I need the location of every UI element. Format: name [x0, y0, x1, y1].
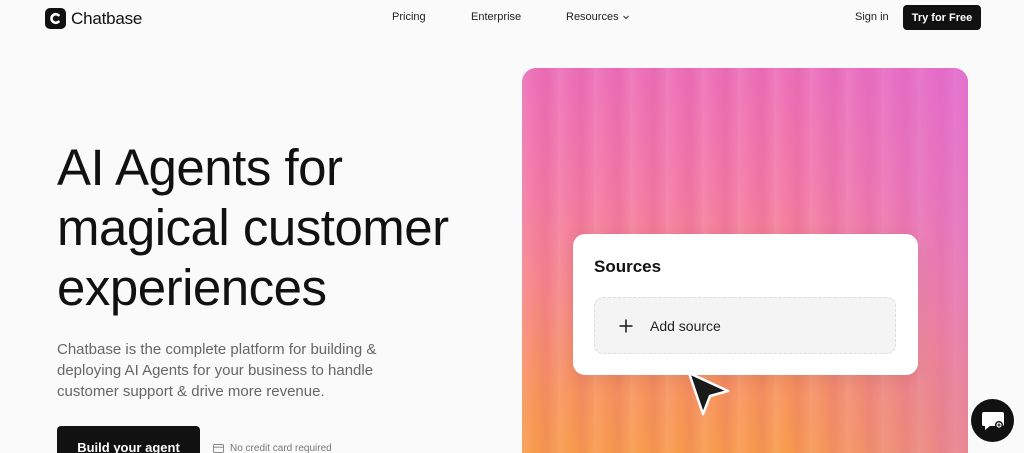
- hero-title-line: AI Agents for: [57, 139, 343, 196]
- brand-name: Chatbase: [71, 8, 143, 28]
- brand-logo[interactable]: Chatbase: [45, 8, 142, 29]
- credit-card-icon: [213, 444, 224, 453]
- hero-title: AI Agents for magical customer experienc…: [57, 138, 517, 318]
- chevron-down-icon: [622, 15, 629, 20]
- add-source-button[interactable]: Add source: [594, 297, 896, 354]
- no-credit-card-text: No credit card required: [230, 443, 332, 453]
- sources-card: Sources Add source: [573, 234, 918, 375]
- no-credit-card-note: No credit card required: [213, 443, 332, 453]
- hero-title-line: experiences: [57, 259, 327, 316]
- site-header: Chatbase Pricing Enterprise Resources Si…: [0, 0, 1024, 36]
- chat-widget-button[interactable]: [971, 399, 1014, 442]
- try-for-free-button[interactable]: Try for Free: [903, 5, 981, 30]
- hero-subtitle: Chatbase is the complete platform for bu…: [57, 341, 377, 400]
- nav-resources-label: Resources: [566, 11, 619, 23]
- hero-title-line: magical customer: [57, 199, 449, 256]
- nav-pricing[interactable]: Pricing: [392, 11, 426, 23]
- signin-link[interactable]: Sign in: [855, 11, 889, 23]
- nav-resources[interactable]: Resources: [566, 11, 630, 23]
- chatbase-logo-icon: [45, 8, 66, 29]
- build-agent-button[interactable]: Build your agent: [57, 426, 200, 453]
- plus-icon: [619, 319, 633, 332]
- cursor-icon: [687, 371, 730, 416]
- sources-title: Sources: [594, 257, 662, 276]
- add-source-label: Add source: [650, 317, 721, 334]
- nav-enterprise[interactable]: Enterprise: [471, 11, 521, 23]
- chat-bubble-icon: [981, 411, 1004, 430]
